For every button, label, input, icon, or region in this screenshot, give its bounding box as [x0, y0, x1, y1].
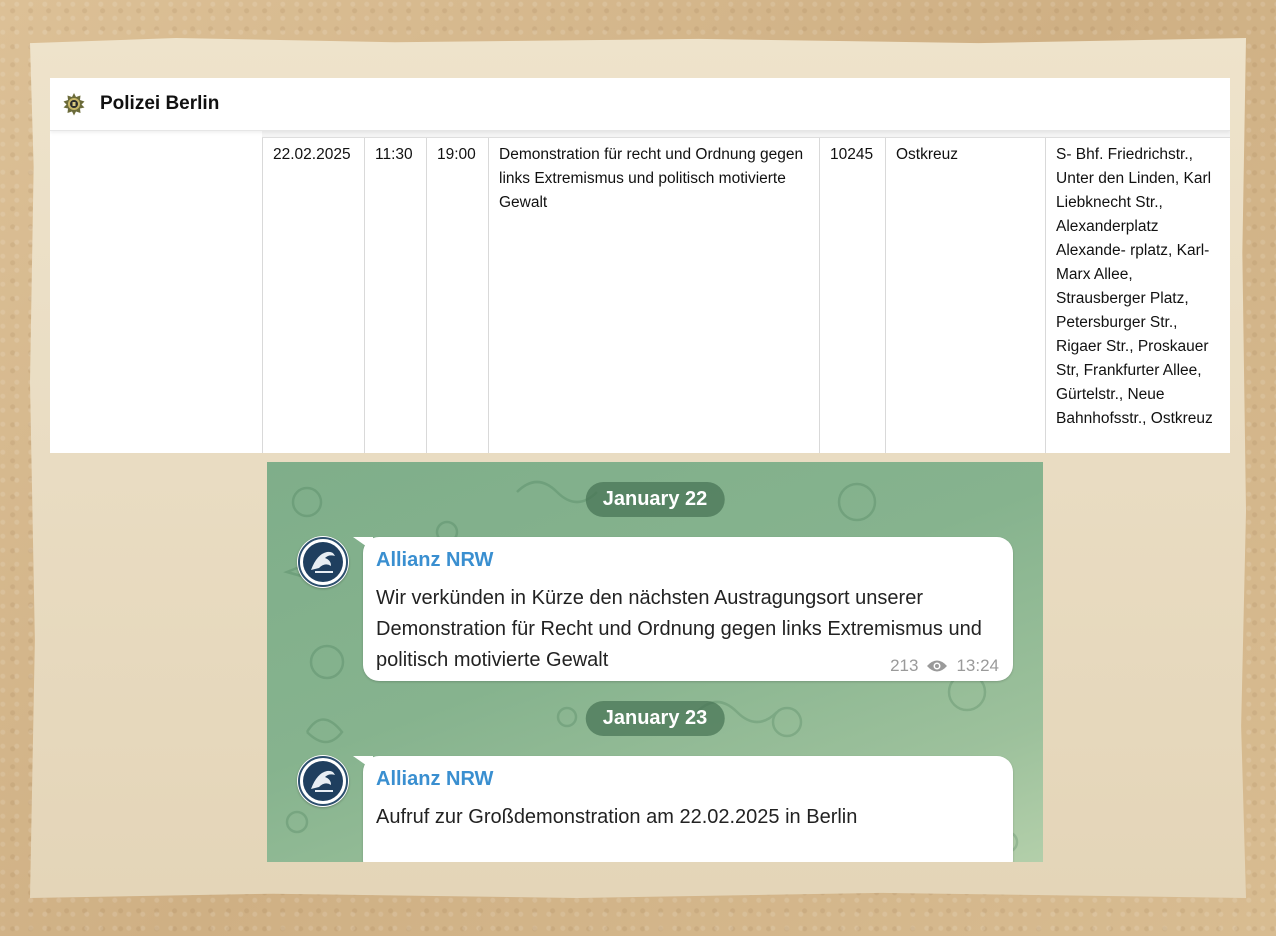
cell-end-time: 19:00 [426, 138, 488, 453]
cell-start-time: 11:30 [364, 138, 426, 453]
cell-date: 22.02.2025 [262, 138, 364, 453]
police-star-icon [62, 92, 86, 116]
message-sender[interactable]: Allianz NRW [376, 766, 999, 792]
cell-location: Ostkreuz [885, 138, 1045, 453]
demonstration-table: 22.02.2025 11:30 19:00 Demonstration für… [50, 131, 1230, 453]
telegram-chat: January 22 Allianz NRW Wir verkünden in … [267, 462, 1043, 862]
message-text: Aufruf zur Großdemonstration am 22.02.20… [376, 806, 858, 828]
message-bubble[interactable]: Allianz NRW Wir verkünden in Kürze den n… [363, 537, 1013, 681]
police-header: Polizei Berlin [50, 78, 1230, 131]
eye-icon [926, 659, 948, 673]
date-separator: January 22 [585, 482, 725, 517]
message-meta: 213 13:24 [890, 656, 999, 676]
message-bubble[interactable]: Allianz NRW Aufruf zur Großdemonstration… [363, 756, 1013, 862]
police-table-panel: Polizei Berlin 22.02.2025 11:30 19:00 De… [50, 78, 1230, 453]
page-title: Polizei Berlin [100, 93, 220, 114]
message-time: 13:24 [956, 656, 999, 675]
cell-postcode: 10245 [819, 138, 885, 453]
cell-route: S- Bhf. Friedrichstr., Unter den Linden,… [1045, 138, 1230, 453]
cell-topic: Demonstration für recht und Ordnung gege… [488, 138, 819, 453]
channel-avatar[interactable] [297, 536, 349, 588]
message-sender[interactable]: Allianz NRW [376, 547, 999, 573]
previous-row-edge [262, 131, 1230, 138]
view-count: 213 [890, 656, 919, 675]
date-separator: January 23 [585, 701, 725, 736]
channel-avatar[interactable] [297, 755, 349, 807]
